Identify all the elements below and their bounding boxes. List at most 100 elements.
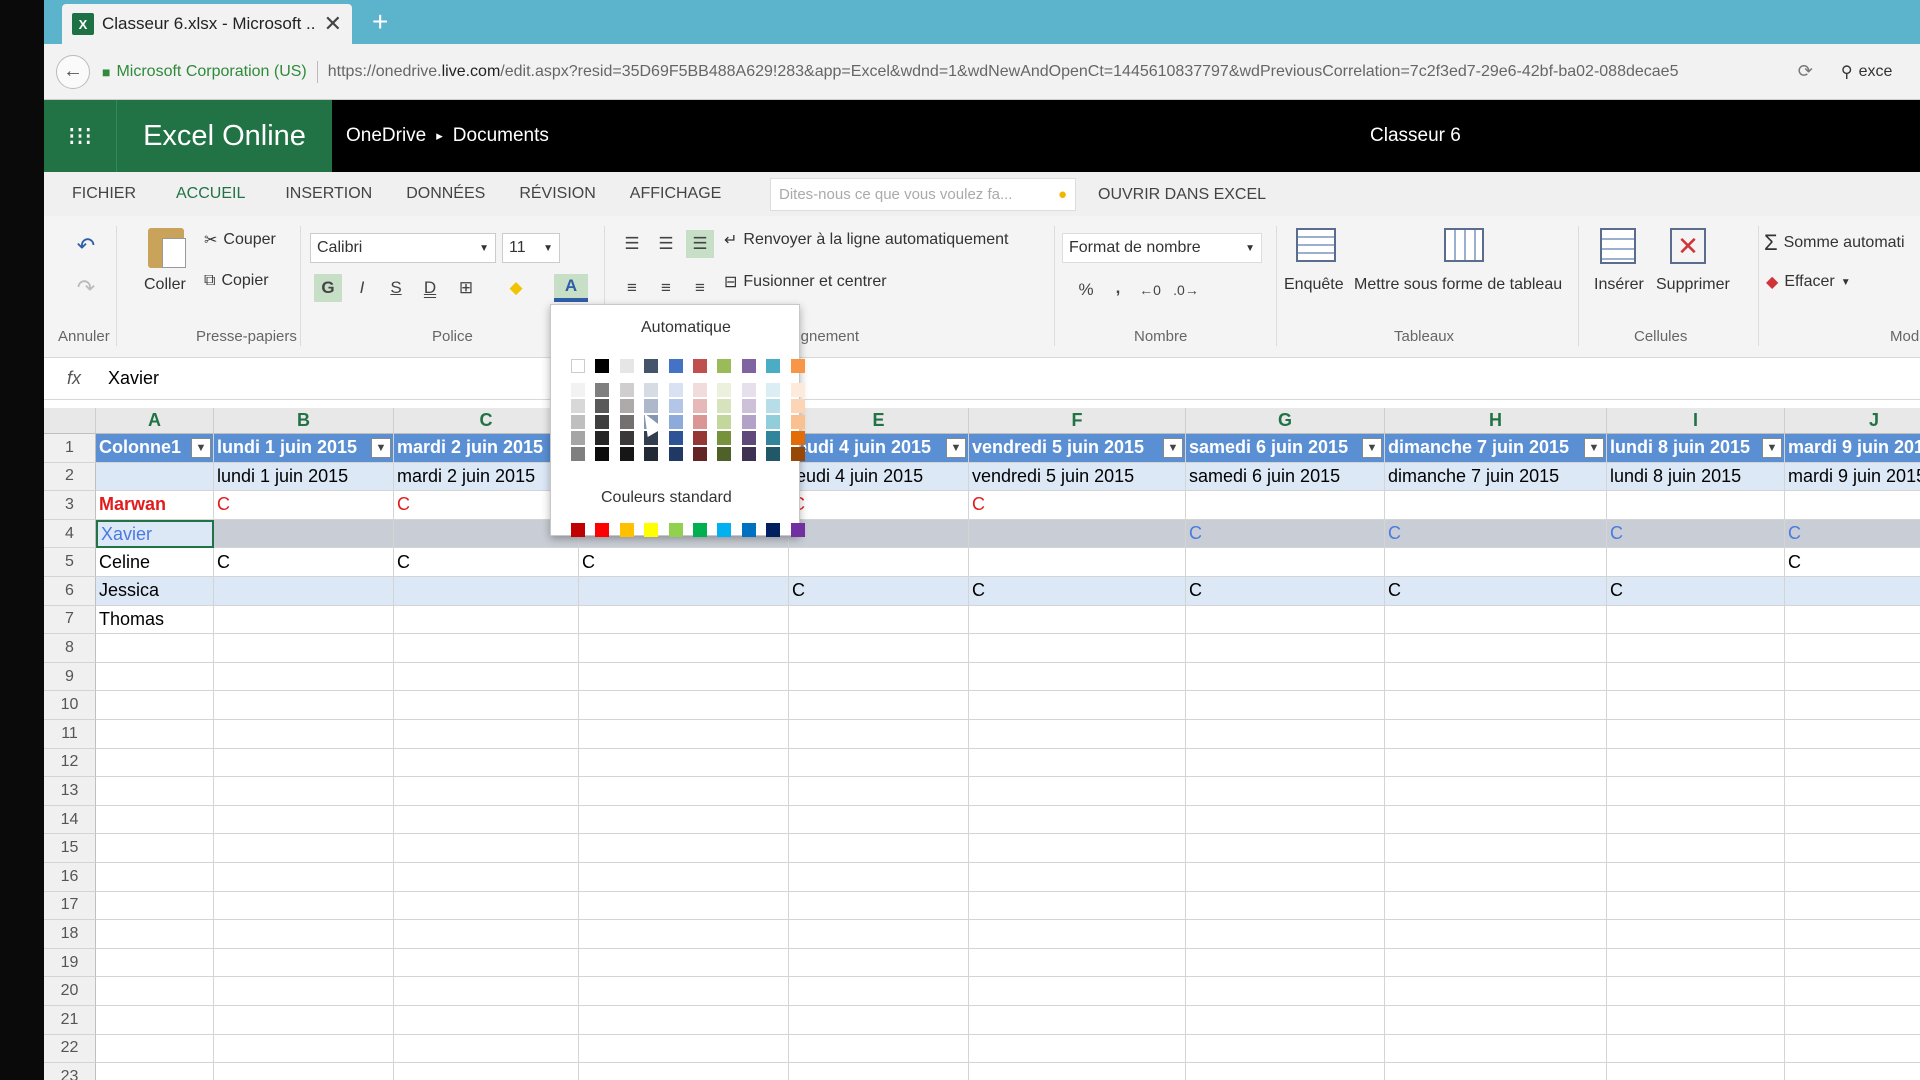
paste-button[interactable]: Coller (144, 276, 186, 294)
table-cell[interactable]: C (969, 491, 1186, 520)
table-cell[interactable]: C (789, 577, 969, 606)
empty-cell[interactable] (394, 977, 579, 1006)
empty-cell[interactable] (789, 662, 969, 692)
theme-shade-swatch[interactable] (790, 447, 805, 461)
empty-cell[interactable] (394, 634, 579, 663)
row-header[interactable]: 6 (44, 577, 96, 606)
merge-center-button[interactable]: ⊟ Fusionner et centrer (724, 272, 887, 292)
empty-cell[interactable] (1385, 863, 1607, 892)
theme-shade-swatch[interactable] (619, 431, 634, 445)
empty-cell[interactable] (214, 1006, 394, 1035)
row-header[interactable]: 7 (44, 605, 96, 635)
column-header-i[interactable]: I (1607, 408, 1785, 434)
empty-cell[interactable] (1385, 777, 1607, 806)
empty-cell[interactable] (1607, 748, 1785, 778)
row-header[interactable]: 14 (44, 805, 96, 835)
empty-cell[interactable] (394, 891, 579, 921)
empty-cell[interactable] (214, 805, 394, 835)
empty-cell[interactable] (1607, 720, 1785, 749)
theme-shade-swatch[interactable] (595, 383, 610, 397)
standard-color-swatch[interactable] (668, 523, 683, 537)
table-header-cell[interactable]: jeudi 4 juin 2015 ▼ (789, 434, 969, 463)
empty-cell[interactable] (579, 720, 789, 749)
filter-dropdown-icon[interactable]: ▼ (191, 437, 211, 458)
table-cell[interactable] (1186, 605, 1385, 635)
empty-cell[interactable] (214, 634, 394, 663)
empty-cell[interactable] (969, 920, 1186, 949)
table-cell[interactable]: vendredi 5 juin 2015 (969, 462, 1186, 492)
empty-cell[interactable] (1607, 662, 1785, 692)
empty-cell[interactable] (1607, 891, 1785, 921)
table-cell[interactable] (579, 577, 789, 606)
row-header[interactable]: 17 (44, 891, 96, 921)
theme-shade-swatch[interactable] (571, 383, 585, 397)
table-cell[interactable]: C (1785, 548, 1920, 577)
site-identity[interactable]: Microsoft Corporation (US) (116, 63, 306, 81)
empty-cell[interactable] (214, 920, 394, 949)
filter-dropdown-icon[interactable]: ▼ (371, 437, 391, 458)
decrease-decimal-icon[interactable]: .0→ (1172, 276, 1200, 304)
standard-color-swatch[interactable] (619, 523, 634, 537)
name-cell[interactable]: Xavier (96, 519, 214, 549)
align-right-icon[interactable]: ≡ (686, 274, 714, 302)
column-header-j[interactable]: J (1785, 408, 1920, 434)
empty-cell[interactable] (579, 920, 789, 949)
theme-shade-swatch[interactable] (693, 383, 707, 397)
filter-dropdown-icon[interactable]: ▼ (946, 437, 966, 458)
empty-cell[interactable] (394, 1006, 579, 1035)
theme-shade-swatch[interactable] (741, 415, 756, 429)
theme-shade-swatch[interactable] (595, 399, 610, 413)
empty-cell[interactable] (789, 1063, 969, 1080)
empty-cell[interactable] (214, 662, 394, 692)
empty-cell[interactable] (394, 948, 579, 978)
empty-cell[interactable] (579, 977, 789, 1006)
theme-shade-swatch[interactable] (717, 431, 732, 445)
row-header[interactable]: 13 (44, 777, 96, 806)
reload-icon[interactable]: ⟳ (1798, 61, 1813, 82)
empty-cell[interactable] (1186, 891, 1385, 921)
theme-shade-swatch[interactable] (741, 383, 756, 397)
theme-color-swatch[interactable] (693, 359, 707, 373)
theme-shade-swatch[interactable] (571, 431, 585, 445)
theme-shade-swatch[interactable] (693, 415, 707, 429)
empty-cell[interactable] (394, 1034, 579, 1064)
empty-cell[interactable] (394, 834, 579, 863)
table-cell[interactable] (1186, 491, 1385, 520)
row-header[interactable]: 21 (44, 1006, 96, 1035)
empty-cell[interactable] (1607, 834, 1785, 863)
empty-cell[interactable] (214, 891, 394, 921)
new-tab-button[interactable]: + (372, 6, 388, 38)
empty-cell[interactable] (96, 662, 214, 692)
tell-me-input[interactable]: Dites-nous ce que vous voulez fa... ● (770, 178, 1076, 211)
align-center-icon[interactable]: ≡ (652, 274, 680, 302)
theme-color-swatch[interactable] (790, 359, 805, 373)
empty-cell[interactable] (579, 805, 789, 835)
app-name[interactable]: Excel Online (116, 100, 332, 172)
table-cell[interactable] (1785, 606, 1920, 635)
table-cell[interactable] (969, 605, 1186, 635)
theme-shade-swatch[interactable] (717, 447, 732, 461)
empty-cell[interactable] (1186, 662, 1385, 692)
name-cell[interactable] (96, 462, 214, 492)
name-cell[interactable]: Jessica (96, 577, 214, 606)
table-cell[interactable]: C (1607, 577, 1785, 606)
empty-cell[interactable] (394, 920, 579, 949)
empty-cell[interactable] (969, 720, 1186, 749)
empty-cell[interactable] (1785, 777, 1920, 806)
empty-cell[interactable] (969, 662, 1186, 692)
empty-cell[interactable] (1607, 805, 1785, 835)
theme-shade-swatch[interactable] (571, 399, 585, 413)
empty-cell[interactable] (1607, 1063, 1785, 1080)
empty-cell[interactable] (394, 805, 579, 835)
column-header-b[interactable]: B (214, 408, 394, 434)
empty-cell[interactable] (579, 834, 789, 863)
empty-cell[interactable] (1785, 749, 1920, 778)
number-format-select[interactable]: Format de nombre ▼ (1062, 233, 1262, 263)
standard-color-swatch[interactable] (644, 523, 659, 537)
column-header-a[interactable]: A (96, 408, 214, 434)
empty-cell[interactable] (789, 891, 969, 921)
undo-icon[interactable]: ↶ (72, 232, 100, 260)
filter-dropdown-icon[interactable]: ▼ (1584, 437, 1604, 458)
empty-cell[interactable] (96, 891, 214, 921)
empty-cell[interactable] (1385, 1006, 1607, 1035)
